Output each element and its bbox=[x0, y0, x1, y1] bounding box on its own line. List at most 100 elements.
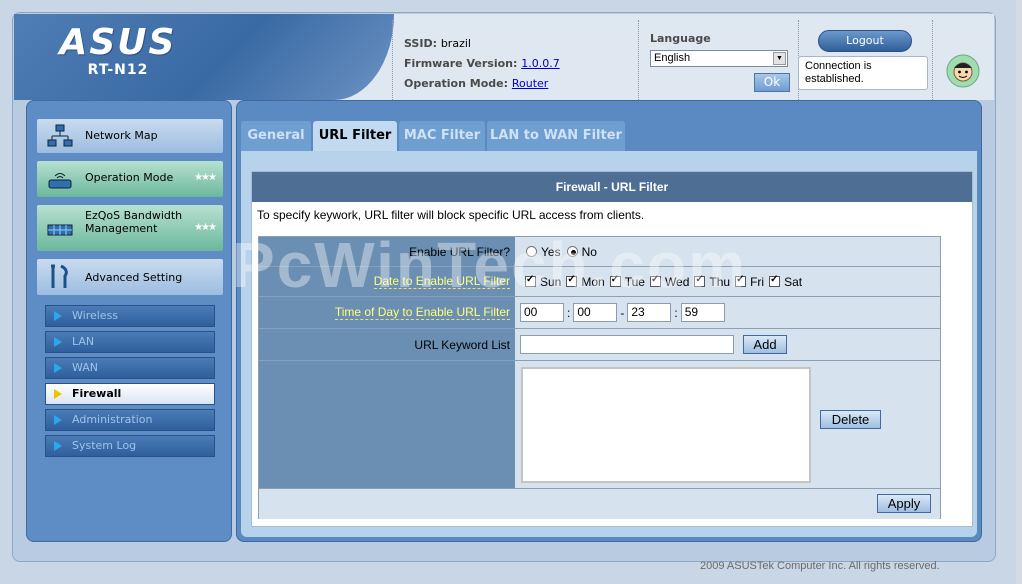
ssid-value: brazil bbox=[440, 37, 471, 50]
sidebar-item-label: Administration bbox=[72, 413, 153, 426]
connection-status: Connection is established. bbox=[798, 56, 928, 90]
arrow-right-icon bbox=[54, 415, 62, 425]
header: ASUS RT-N12 SSID: brazil Firmware Versio… bbox=[14, 14, 994, 100]
sidebar-item-label: Wireless bbox=[72, 309, 119, 322]
sidebar-item-wan[interactable]: WAN bbox=[45, 357, 215, 379]
enable-filter-options: Yes No bbox=[516, 237, 940, 266]
day-fri-checkbox[interactable] bbox=[735, 274, 747, 287]
keyword-input[interactable] bbox=[520, 335, 734, 354]
arrow-right-icon bbox=[54, 311, 62, 321]
time-label: Time of Day to Enable URL Filter bbox=[259, 297, 515, 328]
sidebar-item-system-log[interactable]: System Log bbox=[45, 435, 215, 457]
delete-button[interactable]: Delete bbox=[820, 410, 881, 429]
day-label: Mon bbox=[581, 274, 605, 289]
sidebar-item-firewall[interactable]: Firewall bbox=[45, 383, 215, 405]
opmode-link[interactable]: Router bbox=[512, 77, 548, 90]
keyword-list-cell: Delete bbox=[516, 361, 940, 488]
keyword-listbox[interactable] bbox=[521, 367, 811, 483]
sidebar-item-operation-mode[interactable]: Operation Mode ★★★ bbox=[37, 161, 223, 197]
header-divider bbox=[392, 20, 393, 100]
day-thu-checkbox[interactable] bbox=[694, 274, 706, 287]
day-mon-checkbox[interactable] bbox=[566, 274, 578, 287]
tab-lan-to-wan-filter[interactable]: LAN to WAN Filter bbox=[487, 121, 625, 151]
tab-general[interactable]: General bbox=[241, 121, 311, 151]
day-wed-checkbox[interactable] bbox=[649, 274, 661, 287]
ssid-label: SSID: bbox=[404, 37, 437, 50]
table-row: Time of Day to Enable URL Filter 00 : 00… bbox=[259, 297, 940, 329]
opmode-label: Operation Mode: bbox=[404, 77, 509, 90]
add-button[interactable]: Add bbox=[743, 335, 787, 354]
day-label: Thu bbox=[709, 274, 731, 289]
sidebar-item-label: System Log bbox=[72, 439, 137, 452]
url-filter-panel: Firewall - URL Filter To specify keywork… bbox=[251, 171, 973, 527]
radio-label: Yes bbox=[541, 244, 561, 259]
time-separator: : bbox=[674, 305, 678, 320]
time-separator: - bbox=[620, 305, 625, 320]
radio-label: No bbox=[581, 244, 597, 259]
language-value: English bbox=[654, 52, 691, 64]
sidebar-item-network-map[interactable]: Network Map bbox=[37, 119, 223, 153]
end-hour-input[interactable]: 23 bbox=[627, 303, 672, 322]
day-label: Tue bbox=[624, 274, 645, 289]
day-sun-checkbox[interactable] bbox=[525, 274, 536, 287]
enable-no-radio[interactable] bbox=[566, 246, 578, 257]
arrow-right-icon bbox=[54, 441, 62, 451]
mascot-icon bbox=[946, 54, 980, 88]
arrow-right-icon bbox=[54, 363, 62, 373]
sidebar-item-label: Advanced Setting bbox=[85, 271, 183, 284]
tools-icon bbox=[51, 264, 68, 288]
end-minute-input[interactable]: 59 bbox=[680, 303, 725, 322]
sidebar-item-administration[interactable]: Administration bbox=[45, 409, 215, 431]
firmware-link[interactable]: 1.0.0.7 bbox=[521, 57, 559, 70]
sidebar-item-ezqos[interactable]: EzQoS Bandwidth Management ★★★ bbox=[37, 205, 223, 251]
sidebar-item-wireless[interactable]: Wireless bbox=[45, 305, 215, 327]
language-label: Language bbox=[650, 32, 711, 45]
arrow-right-icon bbox=[54, 337, 62, 347]
firmware-label: Firmware Version: bbox=[404, 57, 518, 70]
date-label: Date to Enable URL Filter bbox=[259, 267, 515, 296]
table-row: Delete bbox=[259, 361, 940, 489]
brand-logo: ASUS bbox=[59, 22, 177, 63]
sidebar-item-advanced-setting[interactable]: Advanced Setting bbox=[37, 259, 223, 295]
day-label: Wed bbox=[664, 274, 690, 289]
settings-table: Enable URL Filter? Yes No Date to Enable… bbox=[258, 236, 941, 519]
panel-title: Firewall - URL Filter bbox=[252, 172, 972, 202]
time-inputs: 00 : 00 - 23 : 59 bbox=[516, 297, 940, 328]
header-divider bbox=[638, 20, 639, 100]
tab-url-filter[interactable]: URL Filter bbox=[313, 121, 397, 151]
stars-icon: ★★★ bbox=[194, 222, 217, 233]
keyword-cell: Add bbox=[516, 329, 940, 360]
apply-button[interactable]: Apply bbox=[877, 494, 931, 513]
start-minute-input[interactable]: 00 bbox=[573, 303, 618, 322]
language-ok-button[interactable]: Ok bbox=[754, 73, 790, 92]
router-icon bbox=[48, 173, 72, 189]
day-label: Sun bbox=[540, 274, 562, 289]
logo-area: ASUS RT-N12 bbox=[14, 14, 394, 100]
sidebar-item-label: WAN bbox=[72, 361, 99, 374]
panel-description: To specify keywork, URL filter will bloc… bbox=[257, 208, 645, 222]
logout-button[interactable]: Logout bbox=[818, 30, 912, 52]
day-tue-checkbox[interactable] bbox=[609, 274, 621, 287]
arrow-right-icon bbox=[54, 389, 62, 399]
sidebar: Network Map Operation Mode ★★★ EzQoS Ban… bbox=[26, 100, 232, 542]
tab-mac-filter[interactable]: MAC Filter bbox=[399, 121, 485, 151]
start-hour-input[interactable]: 00 bbox=[520, 303, 564, 322]
sidebar-item-label: Operation Mode bbox=[85, 171, 174, 184]
enable-yes-radio[interactable] bbox=[526, 246, 537, 257]
language-select[interactable]: English ▼ bbox=[650, 50, 788, 67]
day-label: Fri bbox=[750, 274, 765, 289]
day-sat-checkbox[interactable] bbox=[769, 274, 781, 287]
stars-icon: ★★★ bbox=[194, 172, 217, 183]
header-divider bbox=[932, 20, 933, 100]
time-label-text: Time of Day to Enable URL Filter bbox=[334, 305, 510, 320]
table-row: Enable URL Filter? Yes No bbox=[259, 237, 940, 267]
window-edge bbox=[1016, 0, 1022, 584]
model-name: RT-N12 bbox=[87, 62, 149, 78]
sidebar-item-label: LAN bbox=[72, 335, 95, 348]
sidebar-item-lan[interactable]: LAN bbox=[45, 331, 215, 353]
time-separator: : bbox=[567, 305, 571, 320]
sidebar-item-label: EzQoS Bandwidth Management bbox=[85, 209, 183, 235]
chevron-down-icon: ▼ bbox=[773, 52, 786, 65]
day-label: Sat bbox=[784, 274, 803, 289]
table-row: Apply bbox=[259, 489, 940, 519]
